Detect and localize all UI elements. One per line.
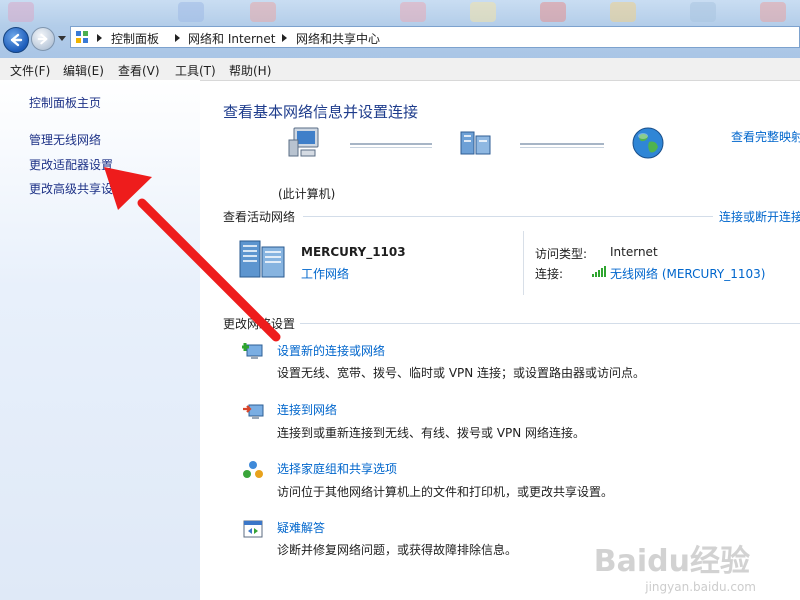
annotation-arrow-icon [104, 167, 281, 342]
